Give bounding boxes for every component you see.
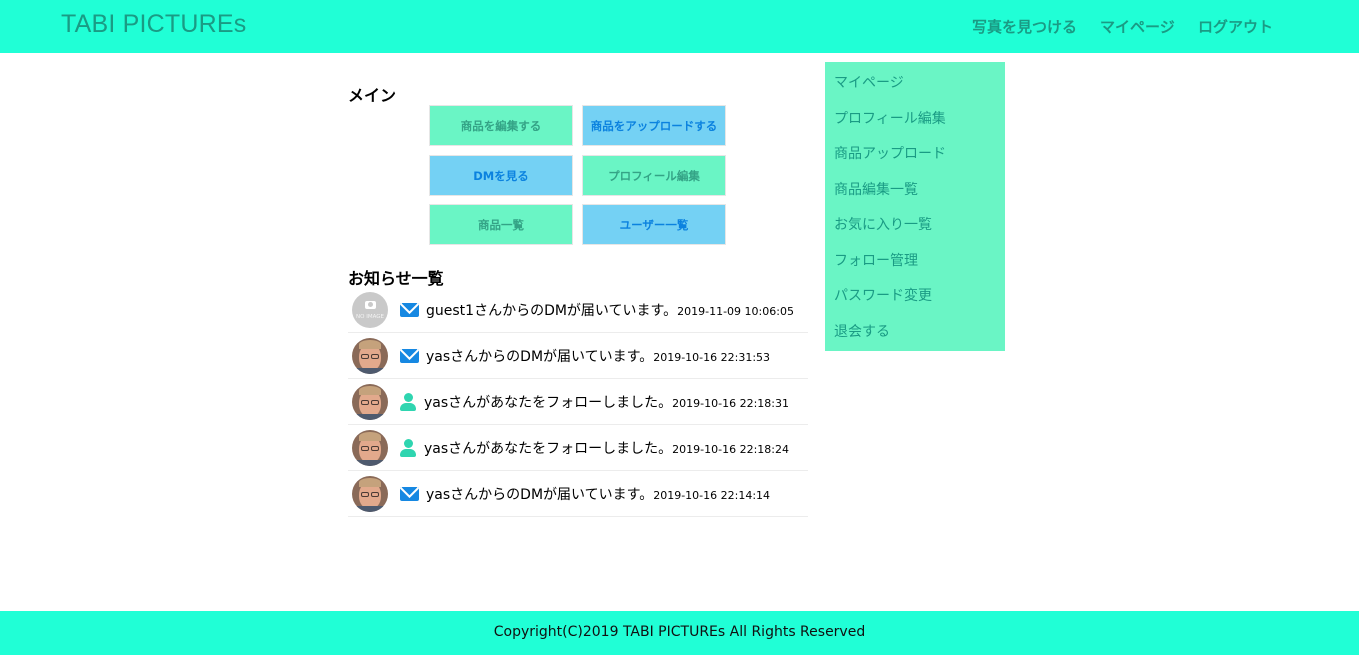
sidebar-item-follow-management[interactable]: フォロー管理 bbox=[834, 250, 918, 270]
notice-timestamp: 2019-10-16 22:14:14 bbox=[653, 489, 771, 502]
user-list-button[interactable]: ユーザー一覧 bbox=[582, 204, 726, 245]
nav-mypage-link[interactable]: マイページ bbox=[1100, 16, 1175, 37]
notice-text: yasさんがあなたをフォローしました。 bbox=[424, 395, 673, 411]
sidebar-item-mypage[interactable]: マイページ bbox=[834, 72, 904, 92]
notice-message[interactable]: yasさんからのDMが届いています。2019-10-16 22:14:14 bbox=[426, 484, 770, 504]
avatar[interactable] bbox=[352, 476, 388, 512]
mail-icon bbox=[400, 303, 419, 317]
notice-message[interactable]: yasさんがあなたをフォローしました。2019-10-16 22:18:31 bbox=[424, 392, 789, 412]
sidebar-item-product-edit-list[interactable]: 商品編集一覧 bbox=[834, 179, 918, 199]
nav-find-photos-link[interactable]: 写真を見つける bbox=[972, 16, 1077, 37]
mail-icon bbox=[400, 349, 419, 363]
view-dm-button[interactable]: DMを見る bbox=[429, 155, 573, 196]
notice-message[interactable]: yasさんがあなたをフォローしました。2019-10-16 22:18:24 bbox=[424, 438, 789, 458]
avatar[interactable]: NO IMAGE bbox=[352, 292, 388, 328]
user-icon bbox=[399, 439, 417, 457]
user-icon bbox=[399, 393, 417, 411]
nav-logout-link[interactable]: ログアウト bbox=[1198, 16, 1273, 37]
sidebar-item-favorites[interactable]: お気に入り一覧 bbox=[834, 214, 932, 234]
avatar[interactable] bbox=[352, 384, 388, 420]
notice-timestamp: 2019-10-16 22:18:31 bbox=[672, 397, 789, 410]
sidebar-item-product-upload[interactable]: 商品アップロード bbox=[834, 143, 946, 163]
main-section-title: メイン bbox=[348, 86, 397, 105]
edit-products-button[interactable]: 商品を編集する bbox=[429, 105, 573, 146]
notice-timestamp: 2019-11-09 10:06:05 bbox=[677, 305, 794, 318]
notice-row[interactable]: NO IMAGE guest1さんからのDMが届いています。2019-11-09… bbox=[348, 287, 808, 333]
notice-row[interactable]: yasさんからのDMが届いています。2019-10-16 22:14:14 bbox=[348, 471, 808, 517]
notice-text: guest1さんからのDMが届いています。 bbox=[426, 303, 678, 319]
mail-icon bbox=[400, 487, 419, 501]
notice-row[interactable]: yasさんからのDMが届いています。2019-10-16 22:31:53 bbox=[348, 333, 808, 379]
notice-row[interactable]: yasさんがあなたをフォローしました。2019-10-16 22:18:31 bbox=[348, 379, 808, 425]
sidebar-item-password-change[interactable]: パスワード変更 bbox=[834, 285, 932, 305]
product-list-button[interactable]: 商品一覧 bbox=[429, 204, 573, 245]
notice-text: yasさんからのDMが届いています。 bbox=[426, 349, 654, 365]
notices-title: お知らせ一覧 bbox=[348, 269, 444, 288]
sidebar-item-profile-edit[interactable]: プロフィール編集 bbox=[834, 108, 946, 128]
edit-profile-button[interactable]: プロフィール編集 bbox=[582, 155, 726, 196]
notice-timestamp: 2019-10-16 22:18:24 bbox=[672, 443, 789, 456]
avatar[interactable] bbox=[352, 430, 388, 466]
no-image-label: NO IMAGE bbox=[356, 314, 384, 320]
sidebar-item-withdraw[interactable]: 退会する bbox=[834, 321, 890, 341]
site-header: TABI PICTUREs 写真を見つける マイページ ログアウト bbox=[0, 0, 1359, 53]
notice-row[interactable]: yasさんがあなたをフォローしました。2019-10-16 22:18:24 bbox=[348, 425, 808, 471]
copyright-text: Copyright(C)2019 TABI PICTUREs All Right… bbox=[493, 624, 866, 640]
sidebar-menu: マイページ プロフィール編集 商品アップロード 商品編集一覧 お気に入り一覧 フ… bbox=[825, 62, 1005, 351]
notice-text: yasさんからのDMが届いています。 bbox=[426, 487, 654, 503]
avatar[interactable] bbox=[352, 338, 388, 374]
site-footer: Copyright(C)2019 TABI PICTUREs All Right… bbox=[0, 611, 1359, 655]
notice-message[interactable]: guest1さんからのDMが届いています。2019-11-09 10:06:05 bbox=[426, 300, 794, 320]
notice-message[interactable]: yasさんからのDMが届いています。2019-10-16 22:31:53 bbox=[426, 346, 770, 366]
notice-text: yasさんがあなたをフォローしました。 bbox=[424, 441, 673, 457]
notice-timestamp: 2019-10-16 22:31:53 bbox=[653, 351, 771, 364]
site-logo[interactable]: TABI PICTUREs bbox=[61, 10, 247, 39]
upload-product-button[interactable]: 商品をアップロードする bbox=[582, 105, 726, 146]
